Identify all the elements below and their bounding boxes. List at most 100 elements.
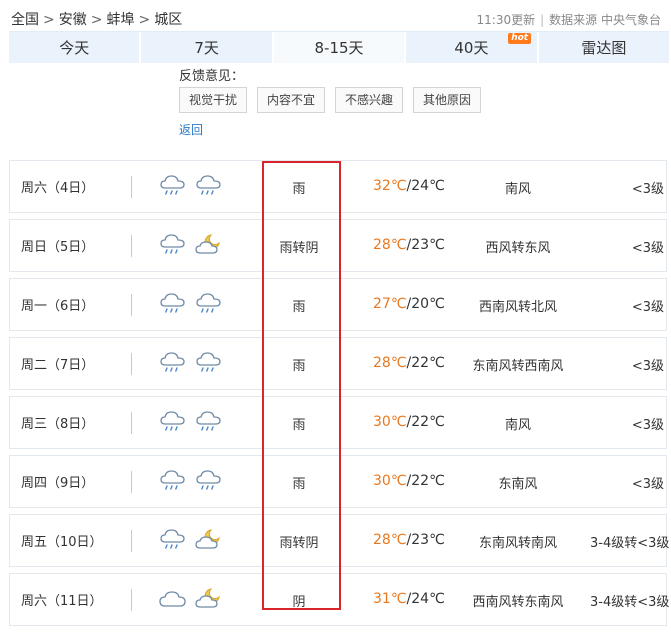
wind-level: <3级 bbox=[631, 241, 664, 256]
feedback-options: 视觉干扰 内容不宜 不感兴趣 其他原因 bbox=[179, 87, 482, 113]
temperature: 30℃/22℃ bbox=[373, 414, 445, 430]
tab-label: 雷达图 bbox=[581, 39, 627, 57]
breadcrumb-item[interactable]: 蚌埠 bbox=[106, 12, 134, 28]
wind-direction: 东南风转南风 bbox=[478, 536, 557, 551]
rain-cloud-icon bbox=[194, 409, 224, 435]
tab-radar[interactable]: 雷达图 bbox=[538, 32, 670, 63]
tab-label: 今天 bbox=[59, 39, 90, 57]
breadcrumb-separator: > bbox=[43, 12, 55, 28]
partly-cloudy-moon-icon bbox=[194, 586, 224, 612]
temperature: 28℃/23℃ bbox=[373, 532, 445, 548]
feedback-content-button[interactable]: 内容不宜 bbox=[257, 87, 326, 113]
tab-label: 40天 bbox=[454, 39, 489, 57]
update-info: 11:30更新 | 数据来源 中央气象台 bbox=[477, 11, 661, 28]
low-temp: 24℃ bbox=[411, 591, 445, 607]
divider bbox=[131, 589, 132, 611]
rain-cloud-icon bbox=[194, 468, 224, 494]
wind-level: <3级 bbox=[631, 477, 664, 492]
partly-cloudy-moon-icon bbox=[194, 232, 224, 258]
divider bbox=[131, 530, 132, 552]
wind-level: 3-4级转<3级 bbox=[590, 536, 670, 551]
low-temp: 22℃ bbox=[411, 355, 445, 371]
forecast-tabs: 今天 7天 8-15天 40天 hot 雷达图 bbox=[9, 31, 670, 63]
breadcrumb-item[interactable]: 全国 bbox=[11, 12, 39, 28]
tab-40-days[interactable]: 40天 hot bbox=[406, 32, 539, 63]
back-link[interactable]: 返回 bbox=[179, 121, 203, 138]
high-temp: 27℃ bbox=[373, 296, 407, 312]
weather-icons bbox=[158, 173, 224, 199]
weather-icons bbox=[158, 291, 224, 317]
tab-label: 7天 bbox=[194, 39, 219, 57]
breadcrumb-item[interactable]: 城区 bbox=[154, 12, 182, 28]
divider bbox=[131, 235, 132, 257]
wind-direction: 西南风转东南风 bbox=[472, 595, 564, 610]
breadcrumb: 全国 > 安徽 > 蚌埠 > 城区 bbox=[11, 9, 182, 29]
rain-cloud-icon bbox=[158, 468, 188, 494]
high-temp: 30℃ bbox=[373, 414, 407, 430]
condition-highlight-box bbox=[262, 161, 341, 610]
weather-icons bbox=[158, 586, 224, 612]
temperature: 28℃/23℃ bbox=[373, 237, 445, 253]
divider bbox=[131, 471, 132, 493]
day-label: 周三（8日） bbox=[21, 417, 95, 432]
rain-cloud-icon bbox=[194, 350, 224, 376]
weather-icons bbox=[158, 232, 224, 258]
wind-direction: 东南风 bbox=[498, 477, 538, 492]
partly-cloudy-moon-icon bbox=[194, 527, 224, 553]
breadcrumb-item[interactable]: 安徽 bbox=[59, 12, 87, 28]
wind-level: <3级 bbox=[631, 359, 664, 374]
update-time: 11:30更新 bbox=[476, 13, 536, 27]
wind-direction: 南风 bbox=[504, 182, 531, 197]
high-temp: 31℃ bbox=[373, 591, 407, 607]
weather-icons bbox=[158, 527, 224, 553]
temperature: 30℃/22℃ bbox=[373, 473, 445, 489]
feedback-uninterested-button[interactable]: 不感兴趣 bbox=[335, 87, 404, 113]
divider bbox=[131, 176, 132, 198]
low-temp: 23℃ bbox=[411, 237, 445, 253]
data-source: 数据来源 中央气象台 bbox=[549, 13, 661, 27]
rain-cloud-icon bbox=[194, 291, 224, 317]
rain-cloud-icon bbox=[158, 350, 188, 376]
rain-cloud-icon bbox=[158, 527, 188, 553]
divider bbox=[131, 294, 132, 316]
day-label: 周五（10日） bbox=[21, 535, 103, 550]
weather-icons bbox=[158, 468, 224, 494]
tab-today[interactable]: 今天 bbox=[9, 32, 142, 63]
tab-label: 8-15天 bbox=[314, 39, 364, 57]
divider bbox=[131, 412, 132, 434]
weather-icons bbox=[158, 350, 224, 376]
day-label: 周六（11日） bbox=[21, 594, 103, 609]
breadcrumb-separator: > bbox=[90, 12, 103, 28]
tab-7-days[interactable]: 7天 bbox=[141, 32, 274, 63]
feedback-visual-button[interactable]: 视觉干扰 bbox=[179, 87, 248, 113]
divider bbox=[131, 353, 132, 375]
high-temp: 28℃ bbox=[373, 355, 407, 371]
tab-8-15-days[interactable]: 8-15天 bbox=[273, 32, 407, 63]
rain-cloud-icon bbox=[194, 173, 224, 199]
day-label: 周六（4日） bbox=[21, 181, 95, 196]
high-temp: 28℃ bbox=[373, 237, 407, 253]
high-temp: 28℃ bbox=[373, 532, 407, 548]
wind-direction: 南风 bbox=[504, 418, 531, 433]
wind-direction: 西风转东风 bbox=[485, 241, 551, 256]
low-temp: 20℃ bbox=[411, 296, 445, 312]
day-label: 周四（9日） bbox=[21, 476, 95, 491]
hot-badge: hot bbox=[508, 33, 532, 44]
wind-level: <3级 bbox=[631, 418, 664, 433]
rain-cloud-icon bbox=[158, 409, 188, 435]
wind-direction: 东南风转西南风 bbox=[472, 359, 564, 374]
temperature: 32℃/24℃ bbox=[373, 178, 445, 194]
rain-cloud-icon bbox=[158, 291, 188, 317]
high-temp: 32℃ bbox=[373, 178, 407, 194]
rain-cloud-icon bbox=[158, 232, 188, 258]
feedback-title: 反馈意见： bbox=[179, 69, 245, 84]
weather-icons bbox=[158, 409, 224, 435]
temperature: 31℃/24℃ bbox=[373, 591, 445, 607]
temperature: 28℃/22℃ bbox=[373, 355, 445, 371]
day-label: 周二（7日） bbox=[21, 358, 95, 373]
temperature: 27℃/20℃ bbox=[373, 296, 445, 312]
feedback-other-button[interactable]: 其他原因 bbox=[413, 87, 482, 113]
high-temp: 30℃ bbox=[373, 473, 407, 489]
wind-level: <3级 bbox=[631, 300, 664, 315]
low-temp: 24℃ bbox=[411, 178, 445, 194]
